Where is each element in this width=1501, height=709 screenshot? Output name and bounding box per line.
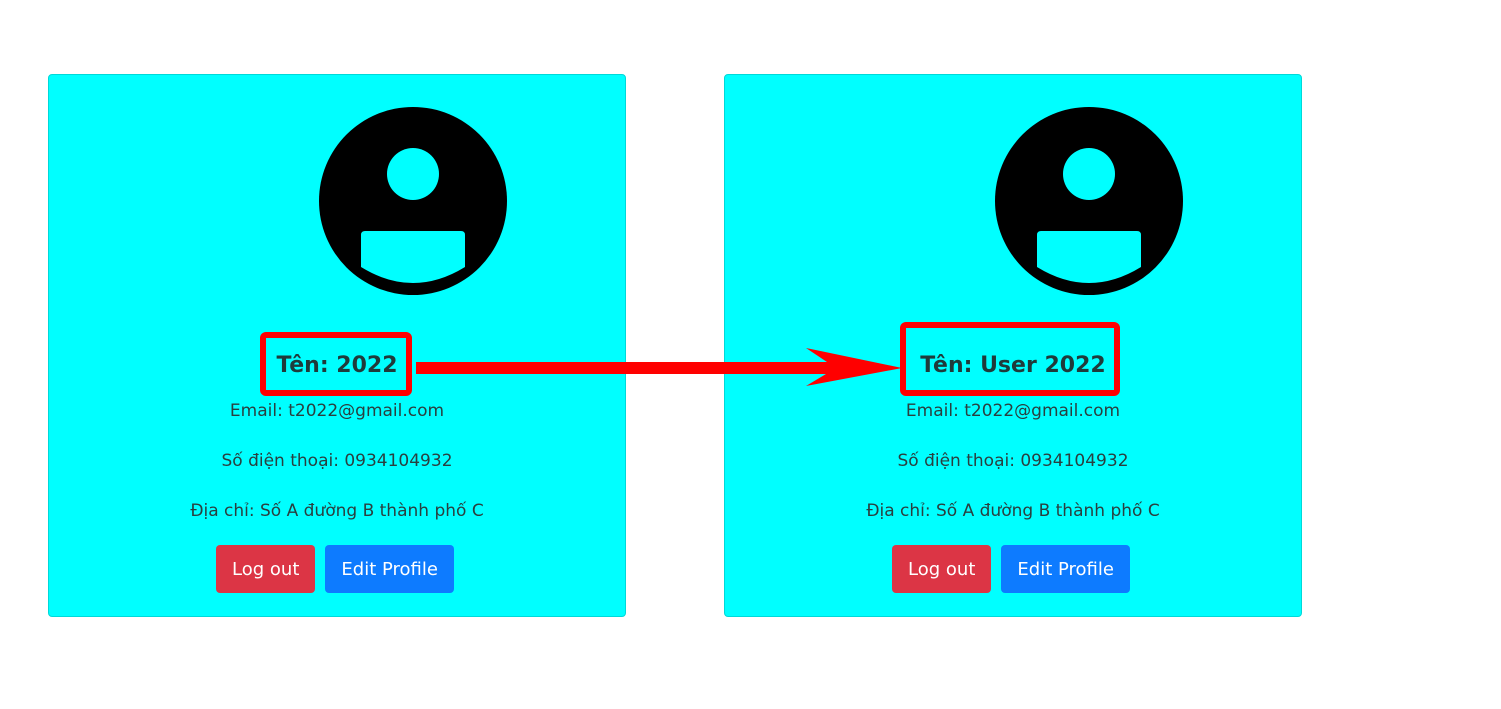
- highlight-box-before: [260, 332, 412, 396]
- logout-button[interactable]: Log out: [892, 545, 992, 593]
- user-circle-icon: [995, 107, 1183, 295]
- profile-phone: Số điện thoại: 0934104932: [221, 451, 453, 471]
- user-circle-icon: [319, 107, 507, 295]
- profile-address: Địa chỉ: Số A đường B thành phố C: [866, 501, 1160, 521]
- highlight-box-after: [900, 322, 1120, 396]
- arrow-right-icon: [416, 348, 902, 386]
- profile-email: Email: t2022@gmail.com: [905, 401, 1121, 421]
- profile-email: Email: t2022@gmail.com: [229, 401, 445, 421]
- edit-profile-button[interactable]: Edit Profile: [1001, 545, 1130, 593]
- profile-actions: Log out Edit Profile: [49, 545, 625, 593]
- profile-address: Địa chỉ: Số A đường B thành phố C: [190, 501, 484, 521]
- comparison-stage: Tên: 2022 Email: t2022@gmail.com Số điện…: [0, 0, 1501, 709]
- profile-actions: Log out Edit Profile: [725, 545, 1301, 593]
- logout-button[interactable]: Log out: [216, 545, 316, 593]
- profile-phone: Số điện thoại: 0934104932: [897, 451, 1129, 471]
- edit-profile-button[interactable]: Edit Profile: [325, 545, 454, 593]
